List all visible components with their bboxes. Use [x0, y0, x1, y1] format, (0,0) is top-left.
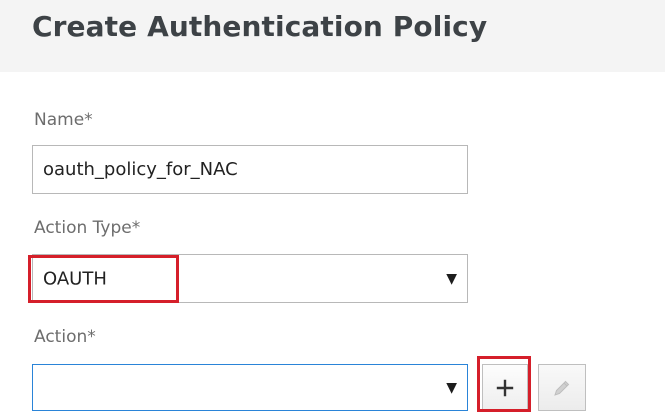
- action-type-selected-value: OAUTH: [43, 268, 107, 289]
- caret-down-icon: ▼: [446, 270, 457, 287]
- add-action-button[interactable]: [482, 364, 528, 411]
- action-type-label: Action Type*: [34, 218, 141, 238]
- plus-icon: [496, 379, 514, 396]
- action-label: Action*: [34, 327, 96, 347]
- action-type-select[interactable]: OAUTH ▼: [32, 254, 468, 303]
- name-input[interactable]: [32, 145, 468, 194]
- edit-action-button[interactable]: [538, 364, 586, 411]
- caret-down-icon: ▼: [446, 379, 457, 396]
- action-select[interactable]: ▼: [32, 364, 468, 411]
- pencil-icon: [554, 380, 570, 396]
- page-title: Create Authentication Policy: [32, 10, 488, 43]
- name-label: Name*: [34, 110, 93, 130]
- page-header: Create Authentication Policy: [0, 0, 665, 72]
